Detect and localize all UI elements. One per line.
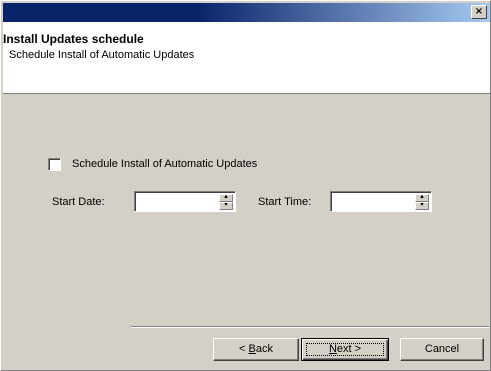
- schedule-install-label[interactable]: Schedule Install of Automatic Updates: [72, 158, 257, 170]
- page-title: Install Updates schedule: [3, 32, 144, 46]
- start-date-down-button[interactable]: ▼: [219, 202, 233, 210]
- spin-down-icon: ▼: [419, 202, 425, 208]
- start-time-up-button[interactable]: ▲: [415, 194, 429, 202]
- spin-up-icon: ▲: [223, 194, 229, 200]
- start-time-spinner: ▲ ▼: [415, 194, 429, 210]
- back-label-mnemonic: B: [248, 343, 256, 355]
- page-subtitle: Schedule Install of Automatic Updates: [9, 49, 195, 61]
- start-date-up-button[interactable]: ▲: [219, 194, 233, 202]
- start-time-field[interactable]: ▲ ▼: [330, 191, 432, 212]
- start-date-spinner: ▲ ▼: [219, 194, 233, 210]
- cancel-button[interactable]: Cancel: [400, 338, 484, 361]
- start-time-down-button[interactable]: ▼: [415, 202, 429, 210]
- button-divider: [131, 326, 489, 328]
- spin-down-icon: ▼: [223, 202, 229, 208]
- start-date-input[interactable]: [137, 194, 217, 209]
- back-label-prefix: <: [239, 343, 249, 355]
- start-date-field[interactable]: ▲ ▼: [134, 191, 236, 212]
- spin-up-icon: ▲: [419, 194, 425, 200]
- title-bar[interactable]: ×: [3, 3, 490, 22]
- close-icon: ×: [474, 6, 484, 17]
- start-date-label: Start Date:: [52, 196, 105, 208]
- close-button[interactable]: ×: [471, 5, 487, 19]
- schedule-install-checkbox[interactable]: [48, 158, 61, 171]
- back-label-rest: ack: [255, 343, 273, 355]
- wizard-header: Install Updates schedule Schedule Instal…: [3, 22, 490, 94]
- wizard-body: Schedule Install of Automatic Updates St…: [3, 94, 490, 370]
- wizard-window: × Install Updates schedule Schedule Inst…: [0, 0, 491, 371]
- focus-rectangle: [306, 343, 384, 356]
- start-time-input[interactable]: [333, 194, 413, 209]
- start-time-label: Start Time:: [258, 196, 312, 208]
- cancel-label: Cancel: [424, 343, 460, 355]
- back-button[interactable]: < Back: [213, 338, 299, 361]
- next-button[interactable]: Next >: [301, 338, 389, 361]
